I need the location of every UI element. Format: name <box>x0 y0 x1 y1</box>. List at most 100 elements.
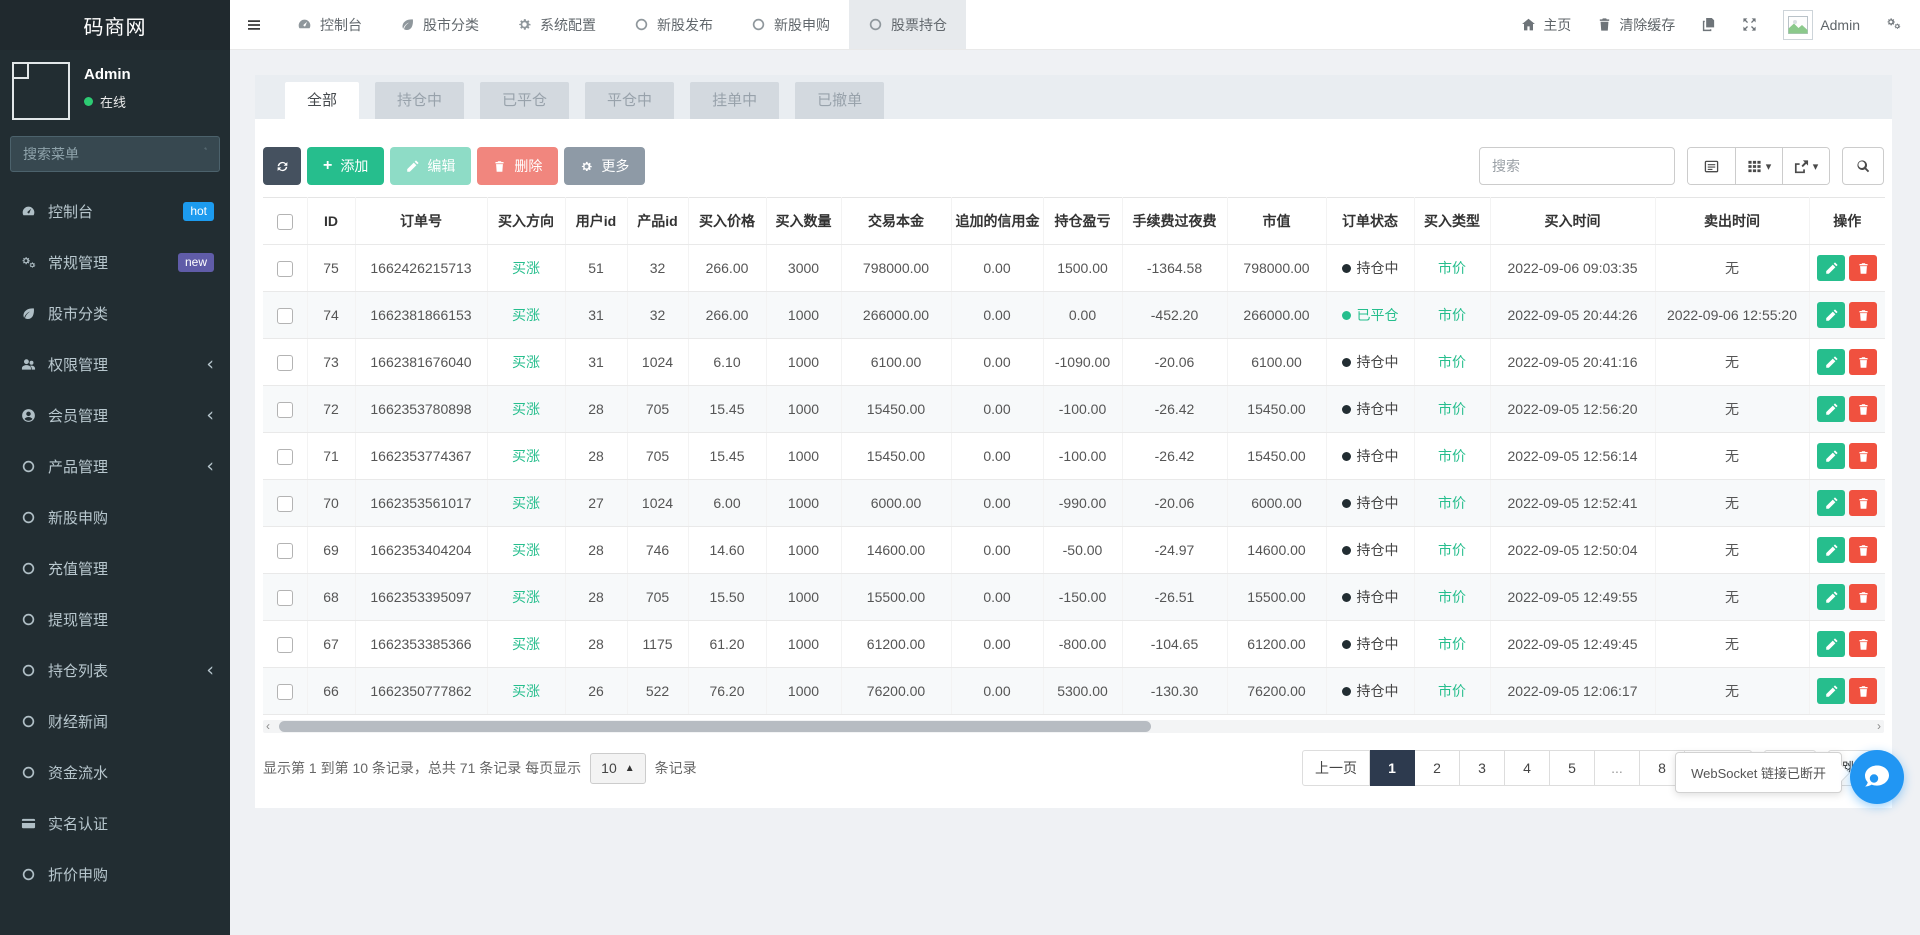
page-button-1[interactable]: 1 <box>1370 750 1415 786</box>
sidebar-item[interactable]: 常规管理new <box>0 237 230 288</box>
sidebar-search-input[interactable] <box>23 146 204 162</box>
tab-持仓中[interactable]: 持仓中 <box>375 82 464 119</box>
topnav-item[interactable]: 股票持仓 <box>849 0 966 49</box>
delete-button[interactable]: 删除 <box>477 147 558 185</box>
topnav-item[interactable]: 新股申购 <box>732 0 849 49</box>
sidebar-item[interactable]: 资金流水 <box>0 747 230 798</box>
chat-fab-button[interactable] <box>1850 750 1904 804</box>
sidebar-item[interactable]: 控制台hot <box>0 186 230 237</box>
topnav-item[interactable]: 股市分类 <box>381 0 498 49</box>
circle-icon <box>19 867 37 883</box>
topnav-item[interactable]: 系统配置 <box>498 0 615 49</box>
sidebar-item[interactable]: 充值管理 <box>0 543 230 594</box>
scroll-left-icon[interactable]: ‹ <box>266 720 270 733</box>
page-button-2[interactable]: 2 <box>1415 750 1460 786</box>
search-button[interactable] <box>1842 147 1884 185</box>
row-checkbox[interactable] <box>277 496 293 512</box>
row-edit-button[interactable] <box>1817 631 1845 657</box>
sidebar-item[interactable]: 财经新闻 <box>0 696 230 747</box>
hamburger-menu-icon[interactable] <box>230 0 278 49</box>
badge-new: new <box>178 253 214 271</box>
sidebar-item[interactable]: 会员管理‹ <box>0 390 230 441</box>
settings-button[interactable] <box>1873 0 1914 50</box>
row-delete-button[interactable] <box>1849 678 1877 704</box>
refresh-button[interactable] <box>263 147 301 185</box>
tab-已平仓[interactable]: 已平仓 <box>480 82 569 119</box>
clear-cache-button[interactable]: 清除缓存 <box>1584 0 1688 50</box>
topnav: 控制台股市分类系统配置新股发布新股申购股票持仓 <box>278 0 966 49</box>
row-checkbox[interactable] <box>277 543 293 559</box>
cell-id: 73 <box>307 339 355 386</box>
cell-sell_time: 无 <box>1655 527 1809 574</box>
more-button[interactable]: 更多 <box>564 147 645 185</box>
row-checkbox[interactable] <box>277 261 293 277</box>
row-checkbox[interactable] <box>277 308 293 324</box>
cell-profit_loss: -50.00 <box>1043 527 1122 574</box>
fullscreen-button[interactable] <box>1729 0 1770 50</box>
row-checkbox[interactable] <box>277 449 293 465</box>
topnav-item[interactable]: 控制台 <box>278 0 381 49</box>
row-delete-button[interactable] <box>1849 537 1877 563</box>
row-edit-button[interactable] <box>1817 349 1845 375</box>
export-button[interactable]: ▾ <box>1782 148 1829 184</box>
profile-menu[interactable]: Admin <box>1770 0 1873 50</box>
row-delete-button[interactable] <box>1849 302 1877 328</box>
online-dot-icon <box>84 97 93 106</box>
row-checkbox[interactable] <box>277 684 293 700</box>
sidebar-item[interactable]: 权限管理‹ <box>0 339 230 390</box>
add-button[interactable]: +添加 <box>307 147 384 185</box>
row-delete-button[interactable] <box>1849 349 1877 375</box>
horizontal-scrollbar[interactable]: ‹ › <box>263 720 1884 733</box>
row-checkbox[interactable] <box>277 637 293 653</box>
row-edit-button[interactable] <box>1817 443 1845 469</box>
cell-user_id: 28 <box>565 433 627 480</box>
cell-principal: 6000.00 <box>841 480 951 527</box>
table-search-input[interactable] <box>1479 147 1675 185</box>
sidebar-item[interactable]: 折价申购 <box>0 849 230 900</box>
row-delete-button[interactable] <box>1849 584 1877 610</box>
search-icon[interactable] <box>204 147 207 161</box>
row-delete-button[interactable] <box>1849 396 1877 422</box>
sidebar-item[interactable]: 产品管理‹ <box>0 441 230 492</box>
sidebar-item[interactable]: 持仓列表‹ <box>0 645 230 696</box>
scroll-right-icon[interactable]: › <box>1877 720 1881 733</box>
sidebar-item[interactable]: 提现管理 <box>0 594 230 645</box>
row-checkbox[interactable] <box>277 590 293 606</box>
page-size-select[interactable]: 10 ▲ <box>590 753 645 784</box>
row-delete-button[interactable] <box>1849 490 1877 516</box>
row-edit-button[interactable] <box>1817 678 1845 704</box>
sidebar-item[interactable]: 实名认证 <box>0 798 230 849</box>
row-delete-button[interactable] <box>1849 631 1877 657</box>
row-edit-button[interactable] <box>1817 302 1845 328</box>
select-all-checkbox[interactable] <box>277 214 293 230</box>
row-edit-button[interactable] <box>1817 396 1845 422</box>
page-button-4[interactable]: 4 <box>1505 750 1550 786</box>
sidebar-item[interactable]: 股市分类 <box>0 288 230 339</box>
copy-tabs-button[interactable] <box>1688 0 1729 50</box>
row-checkbox[interactable] <box>277 355 293 371</box>
page-button-3[interactable]: 3 <box>1460 750 1505 786</box>
topnav-item[interactable]: 新股发布 <box>615 0 732 49</box>
row-edit-button[interactable] <box>1817 255 1845 281</box>
tab-平仓中[interactable]: 平仓中 <box>585 82 674 119</box>
columns-button[interactable]: ▾ <box>1735 148 1782 184</box>
cell-direction: 买涨 <box>487 292 565 339</box>
detail-view-button[interactable] <box>1688 148 1735 184</box>
row-delete-button[interactable] <box>1849 443 1877 469</box>
edit-button[interactable]: 编辑 <box>390 147 471 185</box>
scrollbar-thumb[interactable] <box>279 721 1151 732</box>
tab-全部[interactable]: 全部 <box>285 82 359 119</box>
prev-page-button[interactable]: 上一页 <box>1302 750 1370 786</box>
cell-credit_added: 0.00 <box>951 621 1043 668</box>
row-checkbox[interactable] <box>277 402 293 418</box>
list-alt-icon <box>1704 159 1719 174</box>
tab-挂单中[interactable]: 挂单中 <box>690 82 779 119</box>
page-button-5[interactable]: 5 <box>1550 750 1595 786</box>
row-delete-button[interactable] <box>1849 255 1877 281</box>
tab-已撤单[interactable]: 已撤单 <box>795 82 884 119</box>
home-button[interactable]: 主页 <box>1508 0 1584 50</box>
row-edit-button[interactable] <box>1817 490 1845 516</box>
row-edit-button[interactable] <box>1817 584 1845 610</box>
row-edit-button[interactable] <box>1817 537 1845 563</box>
sidebar-item[interactable]: 新股申购 <box>0 492 230 543</box>
